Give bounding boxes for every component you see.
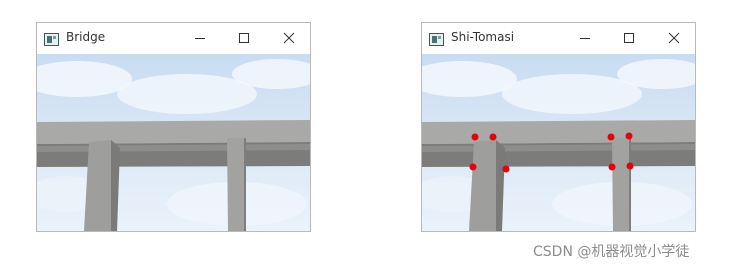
corner-marker: [626, 162, 634, 170]
window-title: Bridge: [66, 30, 106, 44]
maximize-button[interactable]: [234, 29, 254, 47]
close-icon: [283, 32, 295, 44]
watermark: CSDN @机器视觉小学徒: [533, 244, 690, 260]
close-button[interactable]: [664, 29, 684, 47]
shi-tomasi-window: Shi-Tomasi: [421, 22, 696, 232]
maximize-icon: [624, 33, 634, 43]
minimize-button[interactable]: [190, 29, 210, 47]
app-window-icon: [44, 31, 59, 46]
window-title: Shi-Tomasi: [451, 30, 515, 44]
app-window-icon: [429, 31, 444, 46]
corner-marker: [469, 163, 477, 171]
maximize-icon: [239, 33, 249, 43]
corner-marker: [489, 133, 497, 141]
titlebar[interactable]: Bridge: [37, 23, 310, 54]
minimize-icon: [580, 38, 590, 39]
bridge-window: Bridge: [36, 22, 311, 232]
shi-tomasi-image: [422, 54, 695, 231]
corner-marker: [471, 133, 479, 141]
corner-marker: [607, 133, 615, 141]
minimize-icon: [195, 38, 205, 39]
corner-marker: [625, 132, 633, 140]
maximize-button[interactable]: [619, 29, 639, 47]
bridge-image: [37, 54, 310, 231]
titlebar[interactable]: Shi-Tomasi: [422, 23, 695, 54]
minimize-button[interactable]: [575, 29, 595, 47]
corner-marker: [502, 165, 510, 173]
close-icon: [668, 32, 680, 44]
corner-marker: [608, 163, 616, 171]
close-button[interactable]: [279, 29, 299, 47]
